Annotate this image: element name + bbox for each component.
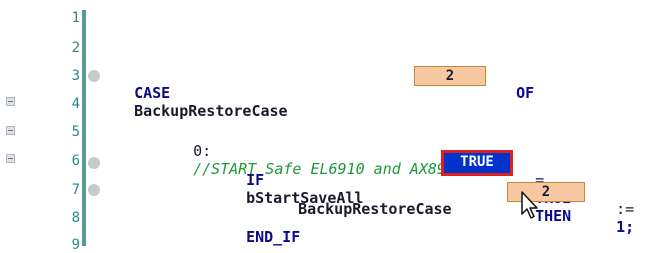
watch-value-true[interactable]: TRUE <box>441 150 513 176</box>
number-literal: 1; <box>616 218 635 236</box>
line-number: 3 <box>71 68 80 84</box>
gutter-separator <box>82 10 86 246</box>
line-number: 5 <box>71 124 80 140</box>
watch-value[interactable]: 2 <box>414 66 486 86</box>
code-line-3[interactable]: CASE BackupRestoreCase <box>116 66 288 120</box>
line-number: 9 <box>71 237 80 253</box>
line-number: 7 <box>71 182 80 198</box>
line-number: 1 <box>71 10 80 26</box>
mouse-cursor-icon <box>521 191 538 219</box>
code-line-7[interactable]: BackupRestoreCase <box>280 182 452 218</box>
code-line-3-of: OF <box>498 66 534 102</box>
keyword-of: OF <box>516 84 535 102</box>
keyword-end-if: END_IF <box>246 228 301 246</box>
breakpoint-marker-icon[interactable] <box>88 70 100 82</box>
case-label: 0: <box>193 142 212 160</box>
keyword-if: IF <box>246 171 265 189</box>
code-line-8[interactable]: END_IF <box>228 210 300 246</box>
breakpoint-marker-icon[interactable] <box>88 184 100 196</box>
line-number: 8 <box>71 210 80 226</box>
assign-operator: := <box>616 200 635 218</box>
identifier: BackupRestoreCase <box>298 200 452 218</box>
fold-collapse-icon[interactable] <box>6 97 15 106</box>
fold-collapse-icon[interactable] <box>6 126 15 135</box>
code-line-7-rest: := 1; <box>598 182 634 236</box>
fold-column <box>0 0 22 246</box>
fold-collapse-icon[interactable] <box>6 154 15 163</box>
keyword-case: CASE <box>134 84 171 102</box>
line-number: 2 <box>71 40 80 56</box>
identifier: BackupRestoreCase <box>134 102 288 120</box>
line-number: 4 <box>71 96 80 112</box>
line-number: 6 <box>71 153 80 169</box>
breakpoint-marker-icon[interactable] <box>88 157 100 169</box>
watch-value[interactable]: 2 <box>507 182 585 202</box>
